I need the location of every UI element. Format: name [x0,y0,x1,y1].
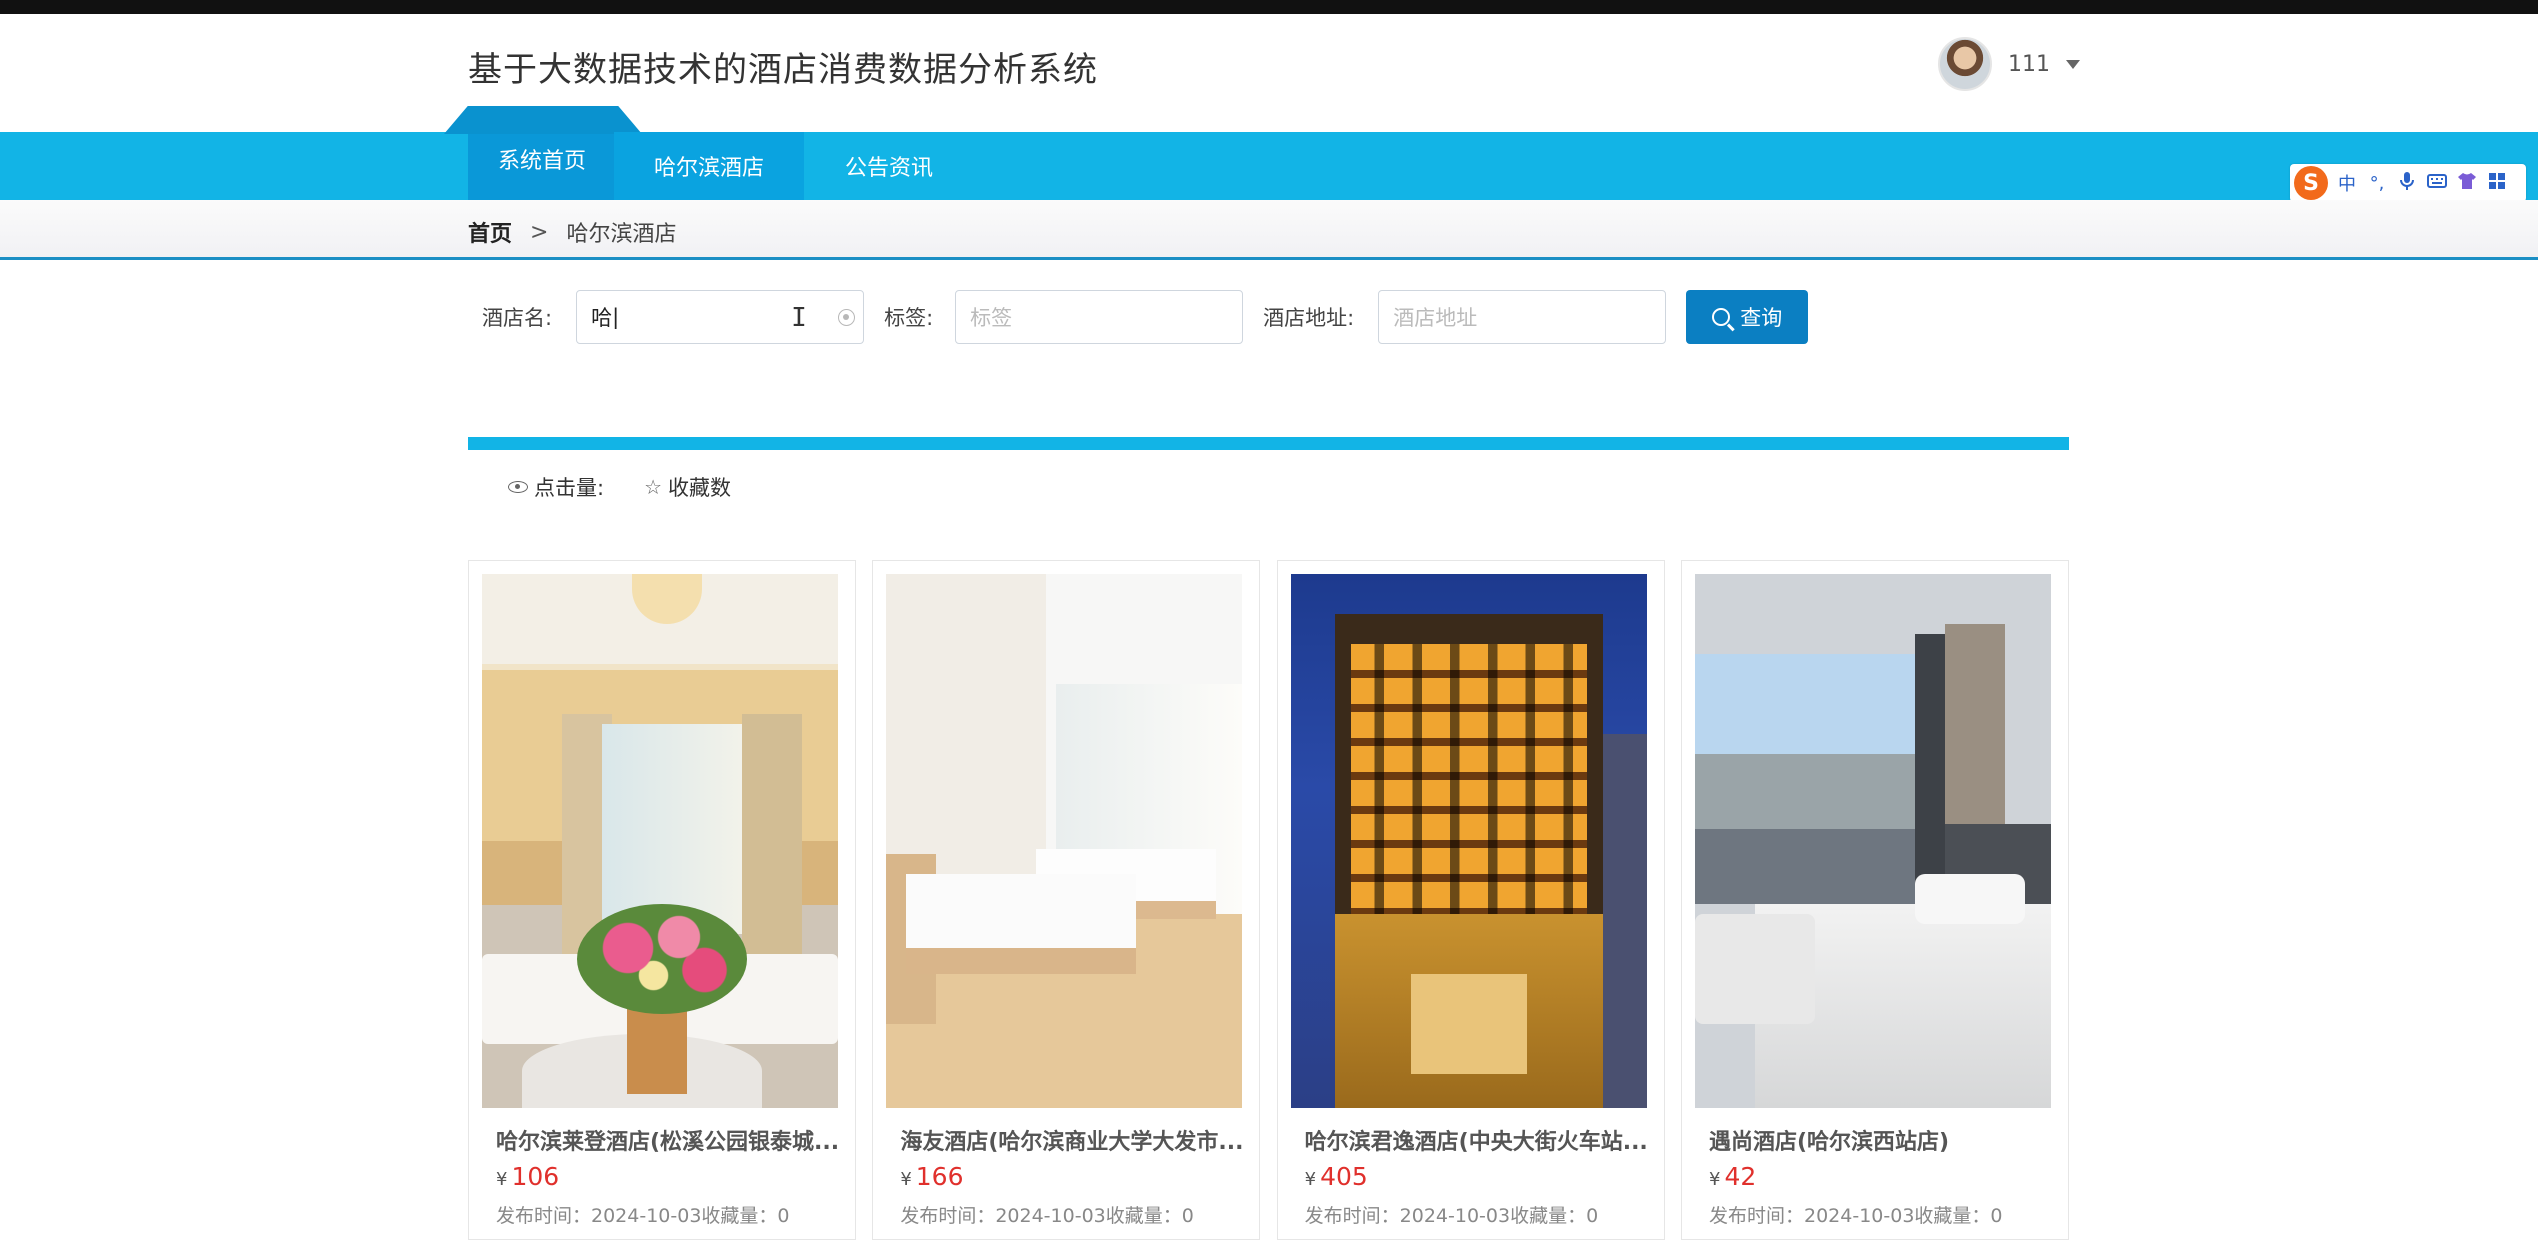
hotel-card[interactable]: 遇尚酒店(哈尔滨西站店) ¥ 42 发布时间：2024-10-03收藏量：0 [1680,560,2069,1240]
currency-symbol: ¥ [496,1169,508,1190]
nav-item-news[interactable]: 公告资讯 [804,132,974,200]
nav-item-home[interactable]: 系统首页 [470,132,614,200]
search-button-label: 查询 [1740,306,1783,330]
nav-items: 系统首页 哈尔滨酒店 公告资讯 [470,132,974,200]
user-menu[interactable]: 111 [1938,36,2080,92]
address-input[interactable]: 酒店地址 [1378,290,1667,344]
hotel-photo[interactable] [1694,574,2051,1108]
ime-punct[interactable]: °, [2366,173,2388,194]
hotel-list: 哈尔滨莱登酒店(松溪公园银泰城... ¥ 106 发布时间：2024-10-03… [468,560,2069,1240]
sort-options: 点击量: ☆ 收藏数 [508,472,731,502]
text-cursor-icon: I [791,303,807,333]
hotel-price: ¥ 42 [1695,1162,2055,1191]
hotel-price: ¥ 106 [482,1162,842,1191]
keyboard-icon[interactable] [2426,173,2448,194]
hotel-price: ¥ 166 [886,1162,1246,1191]
tag-input[interactable]: 标签 [955,290,1244,344]
hotel-meta: 发布时间：2024-10-03收藏量：0 [1708,1205,2003,1227]
hotel-name-label: 酒店名: [482,306,553,330]
search-form: 酒店名: 哈 | I 标签: 标签 酒店地址: 酒店地址 查询 [482,290,1809,344]
hotel-name[interactable]: 海友酒店(哈尔滨商业大学大发市... [886,1124,1246,1156]
section-divider [468,437,2069,450]
breadcrumb-bar: 首页 > 哈尔滨酒店 [0,200,2538,260]
hotel-meta: 发布时间：2024-10-03收藏量：0 [496,1205,790,1227]
currency-symbol: ¥ [1304,1169,1317,1190]
ime-toolbar[interactable]: S 中 °, [2290,164,2526,202]
site-header: 基于大数据技术的酒店消费数据分析系统 111 [0,14,2538,132]
breadcrumb-current: 哈尔滨酒店 [566,222,677,247]
hotel-photo[interactable] [1290,574,1647,1108]
hotel-card[interactable]: 哈尔滨君逸酒店(中央大街火车站... ¥ 405 发布时间：2024-10-03… [1276,560,1665,1240]
tag-label: 标签: [884,306,934,330]
clear-icon[interactable] [838,309,856,326]
hotel-price: ¥ 405 [1291,1162,1651,1191]
currency-symbol: ¥ [1708,1169,1721,1190]
price-value: 106 [511,1162,560,1191]
hotel-card[interactable]: 海友酒店(哈尔滨商业大学大发市... ¥ 166 发布时间：2024-10-03… [872,560,1261,1240]
currency-symbol: ¥ [900,1169,912,1190]
toolbox-icon[interactable] [2486,172,2508,195]
sort-by-favorites[interactable]: ☆ 收藏数 [644,472,731,502]
eye-icon [508,481,528,493]
hotel-photo[interactable] [482,574,838,1108]
hotel-name-input[interactable]: 哈 | I [576,290,865,344]
sort-clicks-label: 点击量: [534,476,605,500]
site-title: 基于大数据技术的酒店消费数据分析系统 [468,50,1098,90]
hotel-name[interactable]: 哈尔滨君逸酒店(中央大街火车站... [1291,1124,1651,1156]
hotel-name[interactable]: 哈尔滨莱登酒店(松溪公园银泰城... [482,1124,842,1156]
sort-by-clicks[interactable]: 点击量: [508,472,604,502]
search-icon [1712,308,1731,326]
ime-logo-icon[interactable]: S [2294,166,2328,200]
hotel-meta: 发布时间：2024-10-03收藏量：0 [1304,1205,1599,1227]
caret-down-icon[interactable] [2066,59,2080,69]
price-value: 166 [915,1162,964,1191]
sort-favorites-label: 收藏数 [668,476,732,500]
breadcrumb-separator: > [530,219,549,245]
skin-icon[interactable] [2456,172,2478,195]
price-value: 42 [1724,1162,1757,1191]
hotel-name[interactable]: 遇尚酒店(哈尔滨西站店) [1695,1124,2055,1156]
avatar[interactable] [1938,37,1992,91]
hotel-meta: 发布时间：2024-10-03收藏量：0 [900,1205,1194,1227]
user-name[interactable]: 111 [2008,52,2050,77]
ime-mode[interactable]: 中 [2336,170,2358,196]
nav-item-harbin-hotels[interactable]: 哈尔滨酒店 [614,132,804,200]
hotel-name-value: 哈 [591,306,613,330]
breadcrumb-home[interactable]: 首页 [468,216,512,248]
main-nav [0,132,2538,200]
active-tab-top [444,106,642,134]
search-button[interactable]: 查询 [1686,290,1809,344]
star-icon: ☆ [644,475,663,499]
hotel-photo[interactable] [886,574,1243,1108]
hotel-card[interactable]: 哈尔滨莱登酒店(松溪公园银泰城... ¥ 106 发布时间：2024-10-03… [468,560,856,1240]
breadcrumb: 首页 > 哈尔滨酒店 [468,216,676,248]
tag-placeholder: 标签 [970,306,1013,330]
address-label: 酒店地址: [1263,306,1355,330]
window-top-bar [0,0,2538,14]
price-value: 405 [1320,1162,1368,1191]
address-placeholder: 酒店地址 [1393,306,1478,330]
microphone-icon[interactable] [2396,171,2418,196]
